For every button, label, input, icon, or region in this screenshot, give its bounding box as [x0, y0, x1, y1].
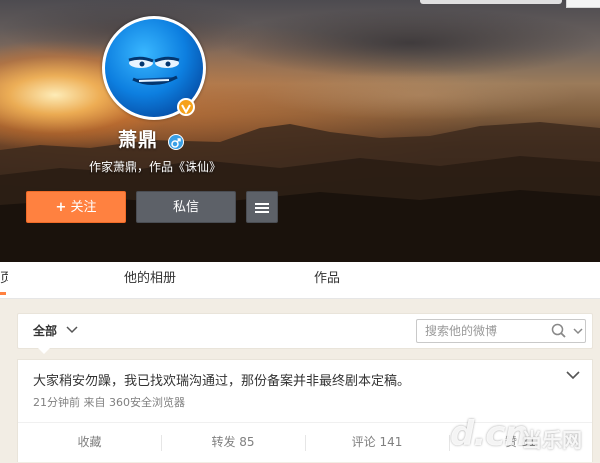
- tab-albums-label: 他的相册: [124, 271, 177, 286]
- tab-works-label: 作品: [314, 271, 341, 286]
- message-label: 私信: [172, 200, 199, 215]
- search-input[interactable]: [417, 320, 551, 342]
- tab-home-label: 页: [0, 271, 8, 286]
- active-tab-indicator: [0, 292, 6, 295]
- top-menu-button[interactable]: [566, 0, 600, 8]
- collect-button[interactable]: 收藏: [18, 423, 161, 463]
- filter-dropdown[interactable]: 全部: [33, 314, 57, 350]
- filter-selected: 全部: [33, 324, 58, 338]
- filter-pointer: [38, 348, 50, 354]
- watermark-chinese: 当乐网: [522, 428, 582, 452]
- collect-label: 收藏: [77, 435, 102, 449]
- search-box: [416, 319, 586, 343]
- watermark: d.cn 当乐网: [430, 406, 600, 462]
- top-toolbar: [420, 0, 562, 4]
- comment-label: 评论 141: [351, 435, 403, 449]
- profile-name: 萧鼎: [118, 129, 159, 151]
- watermark-latin: d.cn: [450, 414, 529, 454]
- chevron-down-icon[interactable]: [573, 328, 583, 335]
- chevron-down-icon[interactable]: [66, 326, 78, 334]
- chevron-down-icon[interactable]: [566, 371, 580, 380]
- follow-label: 关注: [70, 200, 97, 215]
- verified-badge-icon: [177, 98, 195, 116]
- profile-tabs: 页 他的相册 作品: [0, 262, 600, 299]
- tab-albums[interactable]: 他的相册: [124, 262, 176, 298]
- follow-button[interactable]: + 关注: [26, 191, 126, 223]
- comment-button[interactable]: 评论 141: [305, 423, 449, 463]
- repost-label: 转发 85: [211, 435, 255, 449]
- profile-bio: 作家萧鼎，作品《诛仙》: [89, 160, 222, 174]
- post-text: 大家稍安勿躁，我已找欢瑞沟通过，那份备案并非最终剧本定稿。: [33, 374, 411, 389]
- search-icon[interactable]: [551, 323, 567, 339]
- repost-button[interactable]: 转发 85: [161, 423, 305, 463]
- post-meta: 21分钟前 来自 360安全浏览器: [33, 396, 185, 409]
- more-menu-button[interactable]: [246, 191, 278, 223]
- menu-icon: [255, 203, 269, 213]
- tab-works[interactable]: 作品: [314, 262, 340, 298]
- male-icon: [168, 134, 184, 150]
- message-button[interactable]: 私信: [136, 191, 236, 223]
- plus-icon: +: [55, 200, 67, 215]
